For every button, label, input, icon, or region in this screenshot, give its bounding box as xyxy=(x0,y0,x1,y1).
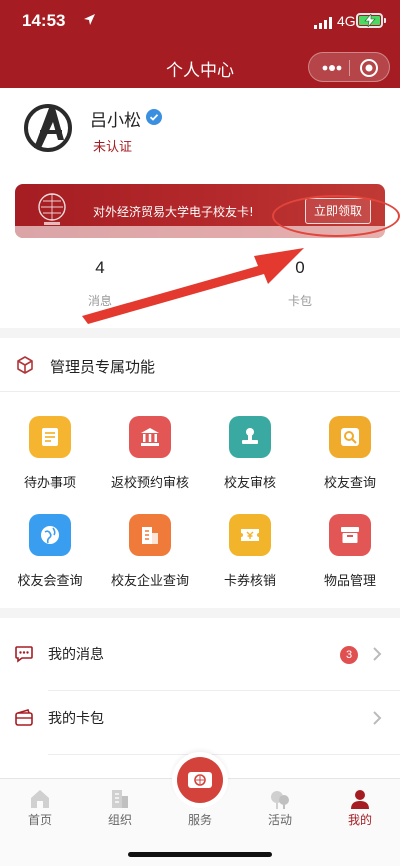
wallet-icon xyxy=(15,709,33,726)
tab-home[interactable]: 首页 xyxy=(0,779,80,839)
func-alumni-review[interactable]: 校友审核 xyxy=(200,416,300,491)
status-time: 14:53 xyxy=(22,11,66,30)
func-coupon-redeem[interactable]: 卡券核销 xyxy=(200,514,300,589)
menu-item-my-messages[interactable]: 我的消息 3 xyxy=(0,622,400,686)
person-search-icon xyxy=(329,416,371,458)
coupon-icon xyxy=(229,514,271,556)
close-mini-program-icon[interactable] xyxy=(359,58,379,78)
tab-home-label: 首页 xyxy=(27,813,52,827)
building-icon xyxy=(129,514,171,556)
tab-me[interactable]: 我的 xyxy=(320,779,400,839)
message-icon xyxy=(15,646,33,663)
location-arrow-icon xyxy=(84,14,95,25)
func-alumni-review-label: 校友审核 xyxy=(223,476,276,491)
status-bar: 14:53 4G xyxy=(0,0,400,44)
func-todo[interactable]: 待办事项 xyxy=(0,416,100,491)
me-icon xyxy=(351,790,369,809)
home-indicator xyxy=(128,852,272,857)
service-center-button[interactable] xyxy=(172,752,228,808)
certification-status[interactable]: 未认证 xyxy=(93,136,132,155)
unread-badge: 3 xyxy=(340,646,358,664)
more-icon[interactable] xyxy=(321,60,343,76)
network-type: 4G xyxy=(337,13,356,29)
stat-messages[interactable]: 4 消息 xyxy=(50,258,150,309)
charging-bolt-icon xyxy=(364,14,376,27)
tab-service-label: 服务 xyxy=(187,813,212,827)
todo-icon xyxy=(29,416,71,458)
signal-icon xyxy=(314,17,332,29)
chevron-right-icon xyxy=(373,647,382,661)
mini-program-capsule xyxy=(308,52,390,82)
admin-section-title: 管理员专属功能 xyxy=(50,358,156,376)
func-coupon-redeem-label: 卡券核销 xyxy=(223,574,276,589)
alumni-card-banner[interactable]: 对外经济贸易大学电子校友卡! 立即领取 xyxy=(15,184,385,238)
func-alumni-enterprise-search[interactable]: 校友企业查询 xyxy=(100,514,200,589)
verified-badge-icon xyxy=(146,109,162,125)
top-bar: 14:53 4G 个人中心 xyxy=(0,0,400,88)
menu-item-my-cards[interactable]: 我的卡包 xyxy=(0,686,400,750)
tab-organization-label: 组织 xyxy=(107,813,132,827)
tab-activity-label: 活动 xyxy=(267,813,292,827)
tab-me-label: 我的 xyxy=(347,813,372,827)
menu-item-my-cards-label: 我的卡包 xyxy=(48,711,104,727)
stat-messages-count: 4 xyxy=(95,258,105,277)
stat-card-wallet-label: 卡包 xyxy=(287,294,312,308)
menu-item-my-messages-label: 我的消息 xyxy=(48,647,104,663)
func-todo-label: 待办事项 xyxy=(23,476,76,491)
avatar[interactable] xyxy=(20,100,76,156)
user-name: 吕小松 xyxy=(90,111,141,131)
admin-section-header: 管理员专属功能 xyxy=(0,338,400,392)
func-return-booking-review-label: 返校预约审核 xyxy=(110,476,189,491)
bank-icon xyxy=(129,416,171,458)
stamp-icon xyxy=(229,416,271,458)
banner-text: 对外经济贸易大学电子校友卡! xyxy=(93,205,254,219)
home-icon xyxy=(31,790,49,808)
func-alumni-enterprise-search-label: 校友企业查询 xyxy=(110,574,189,589)
admin-functions-card: 管理员专属功能 待办事项 返校预约审核 校友审核 校友查询 校友会查询 校友企业… xyxy=(0,338,400,608)
stat-messages-label: 消息 xyxy=(87,294,112,308)
tab-organization[interactable]: 组织 xyxy=(80,779,160,839)
box-icon xyxy=(329,514,371,556)
func-alumni-association-search[interactable]: 校友会查询 xyxy=(0,514,100,589)
stat-card-wallet-count: 0 xyxy=(295,258,305,277)
chevron-right-icon xyxy=(373,711,382,725)
func-return-booking-review[interactable]: 返校预约审核 xyxy=(100,416,200,491)
globe-icon xyxy=(29,514,71,556)
organization-icon xyxy=(112,790,128,808)
tab-activity[interactable]: 活动 xyxy=(240,779,320,839)
cube-icon xyxy=(17,356,33,374)
university-logo-icon xyxy=(38,193,66,225)
func-item-management[interactable]: 物品管理 xyxy=(300,514,400,589)
func-alumni-search-label: 校友查询 xyxy=(323,476,376,491)
activity-icon xyxy=(271,791,289,809)
divider xyxy=(48,754,400,755)
func-alumni-search[interactable]: 校友查询 xyxy=(300,416,400,491)
func-item-management-label: 物品管理 xyxy=(323,574,376,589)
battery-cap xyxy=(384,18,386,23)
stat-card-wallet[interactable]: 0 卡包 xyxy=(250,258,350,309)
claim-now-button[interactable]: 立即领取 xyxy=(305,198,371,224)
func-alumni-association-search-label: 校友会查询 xyxy=(17,574,83,589)
service-icon xyxy=(177,757,223,803)
